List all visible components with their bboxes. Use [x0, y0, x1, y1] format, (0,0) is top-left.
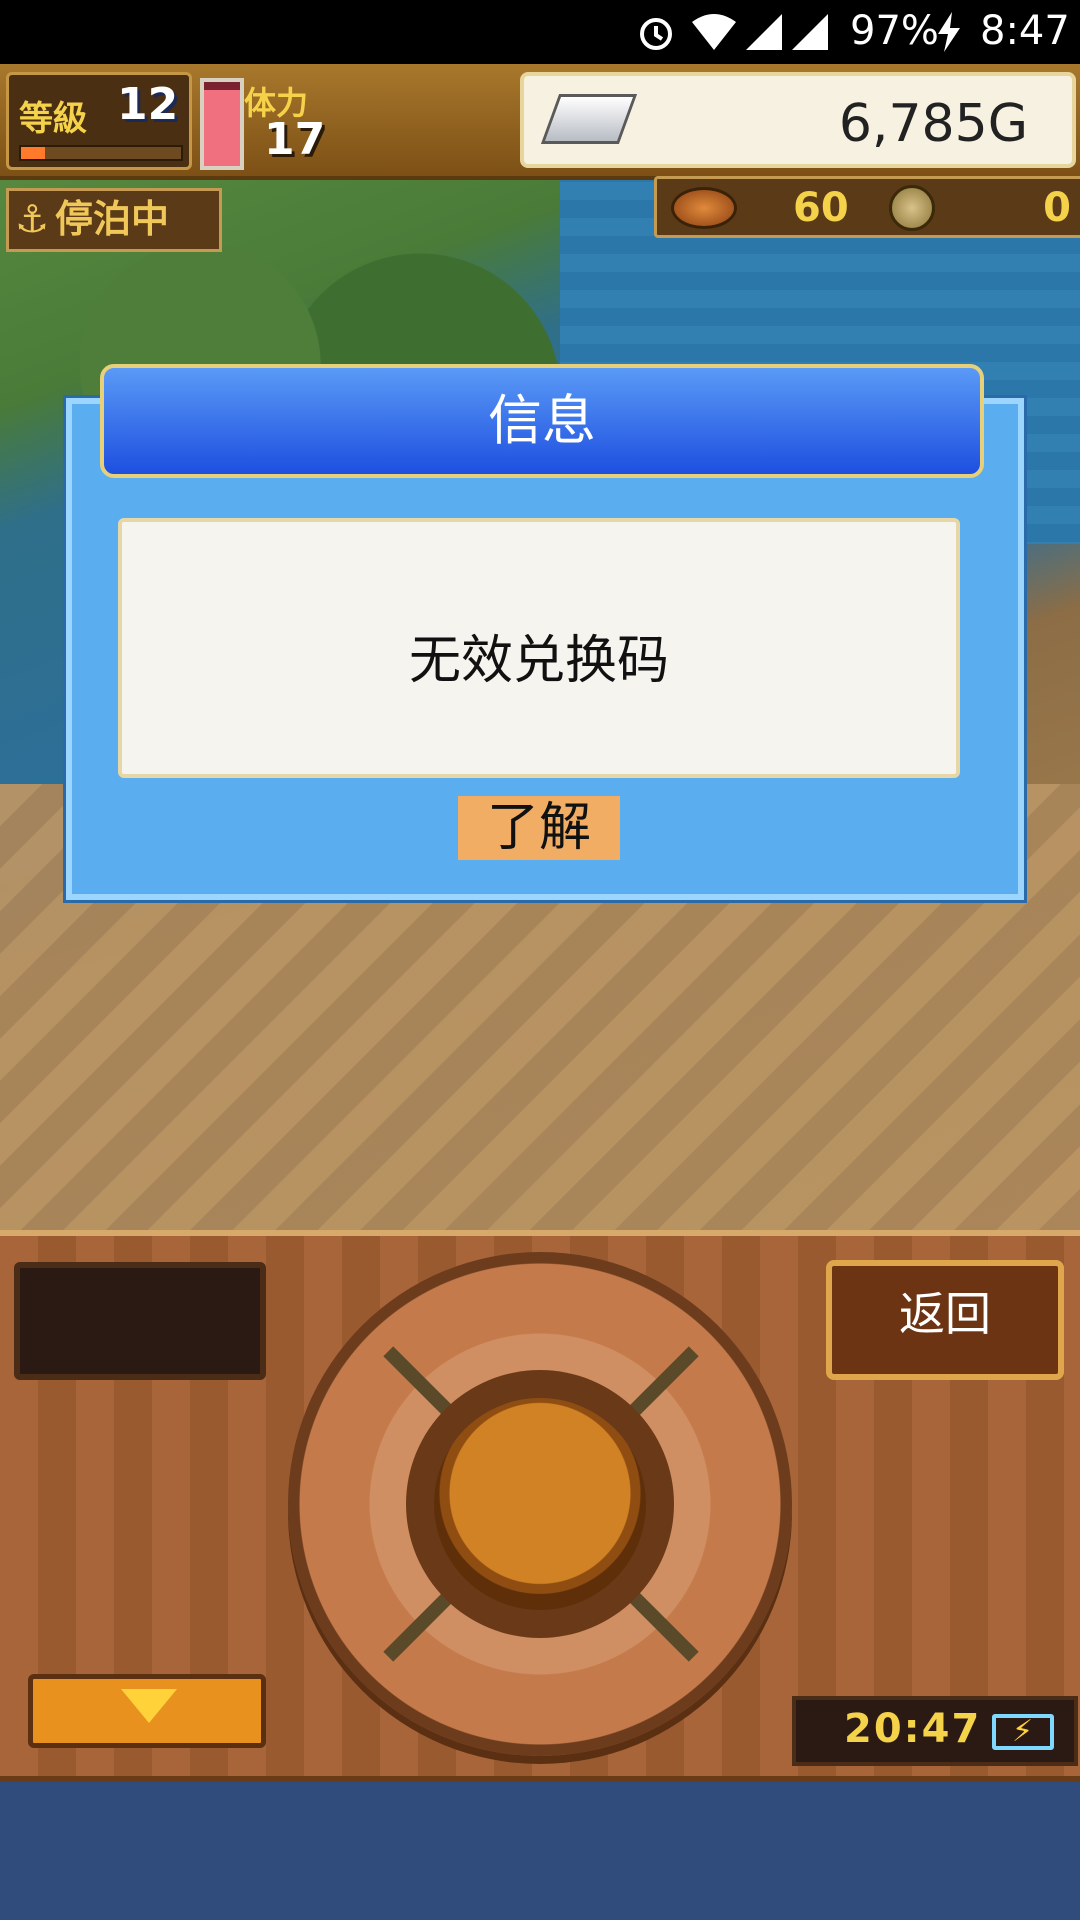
charging-icon — [936, 12, 962, 62]
alarm-icon — [636, 12, 676, 62]
food-icon — [671, 187, 737, 229]
dialog-message: 无效兑换码 — [408, 631, 669, 691]
dialog-title: 信息 — [100, 364, 984, 478]
signal-icon — [790, 12, 830, 62]
level-label: 等級 — [19, 99, 87, 139]
expand-down-button[interactable] — [28, 1674, 266, 1748]
gold-box: 6,785G — [520, 72, 1076, 168]
down-arrow-icon — [121, 1689, 177, 1723]
top-hud: 等級 12 体力 17 6,785G — [0, 64, 1080, 180]
wifi-icon — [690, 12, 738, 62]
level-value: 12 — [117, 79, 179, 130]
coin-value: 0 — [1043, 185, 1071, 231]
status-time: 8:47 — [980, 8, 1070, 54]
level-progress-bar — [19, 145, 183, 161]
back-button[interactable]: 返回 — [826, 1260, 1064, 1380]
level-box: 等級 12 — [6, 72, 192, 170]
anchor-status-badge[interactable]: ⚓ 停泊中 — [6, 188, 222, 252]
coin-icon — [889, 185, 935, 231]
status-bar: 97% 8:47 — [0, 0, 1080, 64]
info-screen — [14, 1262, 266, 1380]
level-progress-fill — [21, 147, 45, 159]
food-value: 60 — [793, 185, 849, 231]
game-clock-box: 20:47 ⚡ — [792, 1696, 1078, 1766]
anchor-icon: ⚓ — [14, 197, 50, 241]
directional-pad[interactable] — [288, 1252, 792, 1756]
battery-icon: ⚡ — [992, 1714, 1054, 1750]
signal-icon — [744, 12, 784, 62]
gold-value: 6,785G — [838, 94, 1028, 154]
control-panel: 返回 20:47 ⚡ — [0, 1230, 1080, 1782]
resource-bar: 60 0 — [654, 176, 1080, 238]
silver-ingot-icon — [540, 94, 638, 144]
game-clock: 20:47 — [844, 1706, 982, 1752]
stamina-value: 17 — [264, 114, 326, 165]
anchor-status-label: 停泊中 — [55, 197, 170, 241]
ok-button[interactable]: 了解 — [458, 796, 620, 860]
stamina-gauge-fill — [204, 90, 240, 166]
battery-percent: 97% — [850, 8, 939, 54]
dpad-center-button[interactable] — [434, 1398, 646, 1610]
dialog-message-box: 无效兑换码 — [118, 518, 960, 778]
stamina-gauge — [200, 78, 244, 170]
